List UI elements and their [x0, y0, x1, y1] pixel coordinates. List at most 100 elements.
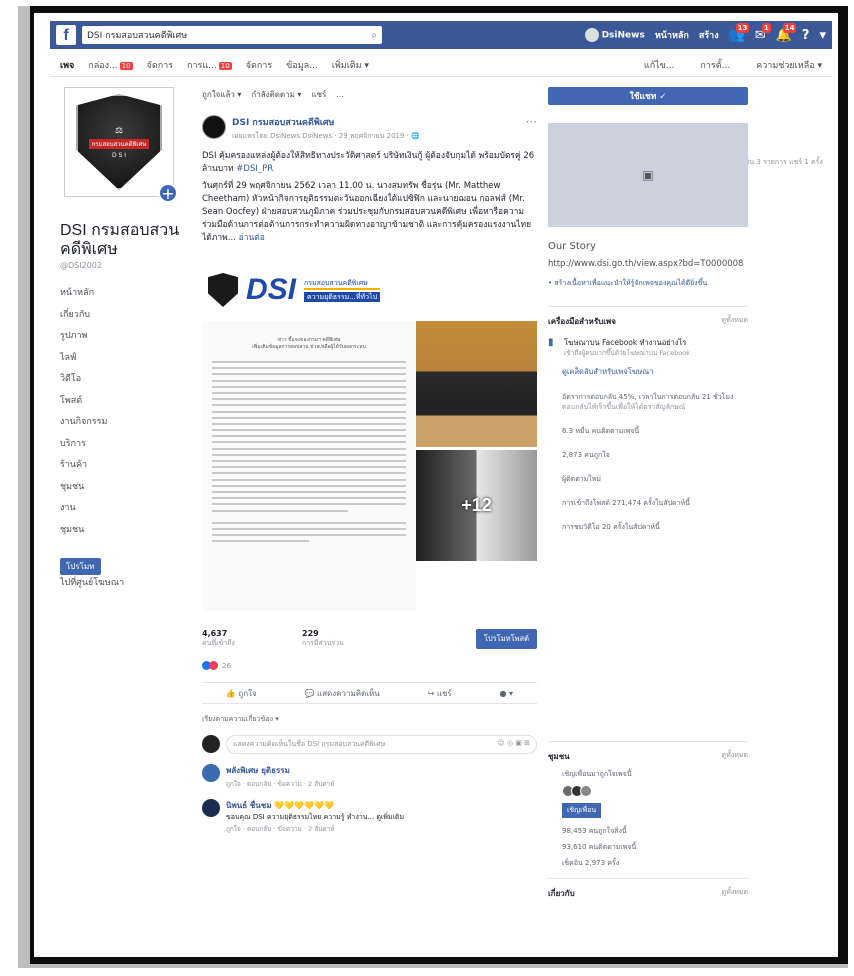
messenger-icon[interactable]: ✉ 1: [755, 22, 771, 43]
read-more-link[interactable]: อ่านต่อ: [239, 233, 265, 243]
leftnav-photos[interactable]: รูปภาพ: [60, 326, 107, 348]
leftnav-home[interactable]: หน้าหลัก: [60, 283, 107, 305]
leftnav-about[interactable]: เกี่ยวกับ: [60, 305, 107, 327]
followers-stat[interactable]: 6.3 หมื่น คนติดตามเพจนี้: [548, 426, 748, 436]
ad-tips-link[interactable]: ดูเคล็ดลับสำหรับเพจโฆษณา: [562, 366, 748, 378]
edit-page-info-link[interactable]: แก้ไข...: [644, 58, 675, 72]
notifications-badge: 14: [782, 22, 797, 33]
more-icon[interactable]: ···: [526, 115, 537, 142]
share-page-button[interactable]: แชร์: [311, 88, 326, 101]
tab-manage-2[interactable]: จัดการ: [246, 58, 272, 72]
profile-picture[interactable]: ⚖ กรมสอบสวนคดีพิเศษ D S I: [64, 87, 174, 197]
audience-selector[interactable]: ● ▾: [500, 689, 514, 698]
avatar[interactable]: [580, 785, 592, 797]
video-views-stat[interactable]: การชมวิดีโอ 20 ครั้งในสัปดาห์นี้: [548, 522, 748, 532]
post-author[interactable]: DSI กรมสอบสวนคดีพิเศษ: [232, 115, 420, 129]
tab-inbox[interactable]: กล่อง... 10: [88, 58, 133, 72]
tools-see-all[interactable]: ดูทั้งหมด: [722, 315, 748, 328]
avatar[interactable]: [202, 799, 220, 817]
commenter-name[interactable]: พลังพิเศษ ยุติธรรม: [226, 764, 334, 777]
engagement-label: การมีส่วนร่วม: [302, 639, 344, 647]
chevron-down-icon[interactable]: ▾: [819, 28, 826, 43]
comment-meta[interactable]: ถูกใจ · ตอบกลับ · ข้อความ · 2 สัปดาห์: [226, 824, 404, 834]
ads-tip[interactable]: ▮ โฆษณาบน Facebook ทำงานอย่างไร เข้าถึงผู…: [548, 338, 748, 358]
checkins[interactable]: เช็คอิน 2,973 ครั้ง: [548, 858, 748, 868]
leftnav-jobs[interactable]: งาน: [60, 498, 107, 520]
share-button[interactable]: ↪ แชร์: [428, 687, 452, 700]
story-url[interactable]: http://www.dsi.go.th/view.aspx?bd=T00000…: [548, 258, 748, 270]
leftnav-posts[interactable]: โพสต์: [60, 391, 107, 413]
dsi-logo-icon: [208, 273, 238, 307]
leftnav-groups[interactable]: ชุมชน: [60, 520, 107, 542]
response-rate: อัตราการตอบกลับ 45%, เวลาในการตอบกลับ 21…: [548, 392, 748, 412]
more-options-button[interactable]: ...: [336, 90, 344, 99]
following-button[interactable]: กำลังติดตาม ▾: [251, 88, 301, 101]
tab-manage[interactable]: จัดการ: [147, 58, 173, 72]
notifications-icon[interactable]: 🔔 14: [776, 22, 797, 43]
comment-button[interactable]: 💬 แสดงความคิดเห็น: [304, 687, 379, 700]
leftnav-services[interactable]: บริการ: [60, 434, 107, 456]
about-see-all[interactable]: ดูทั้งหมด: [722, 887, 748, 900]
likes-stat[interactable]: 2,873 คนถูกใจ: [548, 450, 748, 460]
page-handle[interactable]: @DSI2002: [60, 261, 102, 270]
tab-notifications[interactable]: การแ... 10: [187, 58, 232, 72]
new-followers-stat[interactable]: ผู้ติดตามใหม่: [548, 474, 748, 484]
comment-placeholder: แสดงความคิดเห็นในชื่อ DSI กรมสอบสวนคดีพิ…: [233, 740, 386, 748]
leftnav-events[interactable]: งานกิจกรรม: [60, 412, 107, 434]
logo-text-top: กรมสอบสวนคดีพิเศษ: [89, 138, 149, 149]
comment-sort[interactable]: เรียงตามความเกี่ยวข้อง ▾: [202, 714, 537, 725]
avatar[interactable]: [202, 115, 226, 139]
total-likes[interactable]: 98,453 คนถูกใจสิ่งนี้: [548, 826, 748, 836]
liked-button[interactable]: ถูกใจแล้ว ▾: [202, 88, 241, 101]
cover-photo[interactable]: ▣: [548, 123, 748, 227]
search-input[interactable]: DSI กรมสอบสวนคดีพิเศษ ⌕: [82, 26, 382, 44]
promote-button[interactable]: โปรโมท: [60, 558, 101, 575]
ad-center-link[interactable]: ไปที่ศูนย์โฆษณา: [60, 575, 124, 589]
search-icon[interactable]: ⌕: [371, 30, 377, 41]
tab-page[interactable]: เพจ: [60, 58, 74, 72]
friends-icon[interactable]: 👥 13: [729, 22, 750, 43]
avatar[interactable]: [202, 764, 220, 782]
post-reach-stat[interactable]: การเข้าถึงโพสต์ 271,474 ครั้งในสัปดาห์นี…: [548, 498, 748, 508]
group-photo[interactable]: [416, 321, 537, 447]
add-photo-icon[interactable]: +: [158, 183, 178, 203]
banner-line-1: กรมสอบสวนคดีพิเศษ: [304, 278, 381, 290]
avatar: [202, 735, 220, 753]
user-name: DsiNews: [601, 30, 645, 41]
comment-input[interactable]: แสดงความคิดเห็นในชื่อ DSI กรมสอบสวนคดีพิ…: [226, 735, 537, 754]
story-description[interactable]: • สร้างเนื้อหาเพื่อแนะนำให้รู้จักเพจของค…: [548, 278, 748, 288]
comment-meta[interactable]: ถูกใจ · ตอบกลับ · ข้อความ · 2 สัปดาห์: [226, 779, 334, 789]
meeting-photo[interactable]: +12: [416, 450, 537, 561]
boost-post-button[interactable]: โปรโมทโพสต์: [475, 629, 537, 649]
reaction-count[interactable]: 26: [222, 662, 231, 670]
settings-link[interactable]: การตั้...: [700, 58, 730, 72]
comment-text: ขอบคุณ DSI ความยุติธรรมไทย ความรู้ ทำงาน…: [226, 813, 405, 821]
love-reaction-icon[interactable]: [209, 661, 218, 670]
leftnav-videos[interactable]: วิดีโอ: [60, 369, 107, 391]
page-like-button[interactable]: ใช้แชท ✓: [548, 87, 748, 105]
facebook-logo-icon[interactable]: f: [56, 25, 76, 45]
press-release-image[interactable]: ข่าว ชี้แจงของกรมฯ คดีพิเศษ เพิ่มเติมข้อ…: [202, 321, 416, 611]
invite-friends-button[interactable]: เชิญเพื่อน: [562, 803, 602, 818]
total-follows[interactable]: 93,610 คนติดตามเพจนี้: [548, 842, 748, 852]
help-icon[interactable]: ?: [802, 28, 810, 43]
community-section: ชุมชน ดูทั้งหมด เชิญเพื่อนมาถูกใจเพจนี้ …: [548, 741, 748, 900]
tab-more[interactable]: เพิ่มเติม ▾: [332, 58, 369, 72]
profile-link[interactable]: DsiNews: [584, 28, 645, 42]
image-icon: ▣: [642, 168, 654, 182]
reach-stat: 4,637 คนที่เข้าถึง: [202, 629, 302, 649]
create-link[interactable]: สร้าง: [699, 28, 719, 42]
leftnav-community[interactable]: ชุมชน: [60, 477, 107, 499]
commenter-name[interactable]: นิพนธ์ ชื่นชม 💛💛💛💛💛💛: [226, 799, 404, 812]
tab-insights[interactable]: ข้อมูล...: [286, 58, 318, 72]
leftnav-live[interactable]: ไลฟ์: [60, 348, 107, 370]
like-button[interactable]: 👍 ถูกใจ: [226, 687, 257, 700]
emoji-icon[interactable]: ☺ ◎ ▣ ⊞: [497, 739, 530, 750]
post-banner[interactable]: DSI กรมสอบสวนคดีพิเศษ ความยุติธรรม...ที่…: [202, 261, 537, 319]
leftnav-shop[interactable]: ร้านค้า: [60, 455, 107, 477]
help-menu-link[interactable]: ความช่วยเหลือ ▾: [756, 58, 822, 72]
post-hashtag[interactable]: #DSI_PR: [236, 164, 273, 174]
main-feed: ถูกใจแล้ว ▾ กำลังติดตาม ▾ แชร์ ... DSI ก…: [202, 83, 823, 834]
home-link[interactable]: หน้าหลัก: [655, 28, 689, 42]
community-see-all[interactable]: ดูทั้งหมด: [722, 750, 748, 763]
